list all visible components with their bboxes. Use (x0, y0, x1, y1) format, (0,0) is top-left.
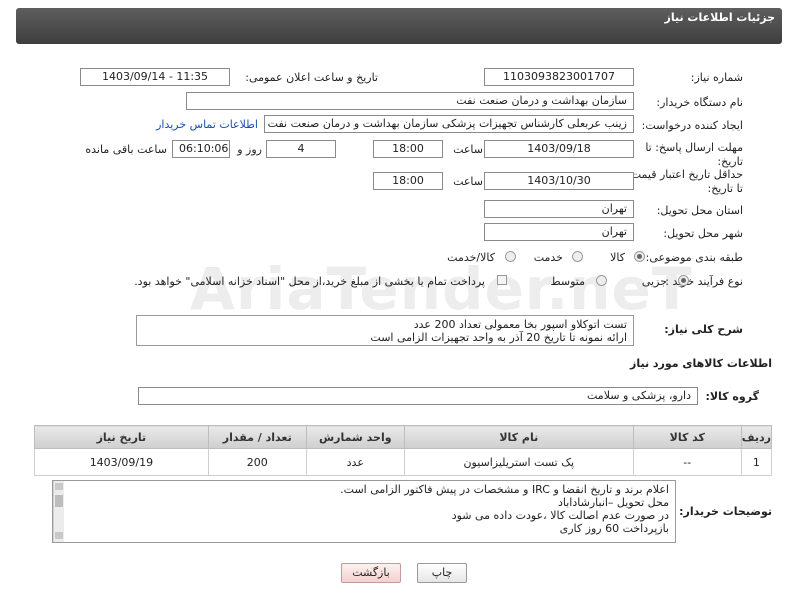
buyer-note-line-1: اعلام برند و تاریخ انقضا و IRC و مشخصات … (340, 483, 669, 496)
treasury-checkbox[interactable] (497, 275, 507, 285)
need-number-value: 1103093823001707 (484, 68, 634, 86)
cell-name: پک تست استریلیزاسیون (403, 448, 634, 476)
goods-table: ردیف کد کالا نام کالا واحد شمارش تعداد /… (34, 425, 773, 476)
col-row: ردیف (740, 425, 773, 449)
city-label: شهر محل تحویل: (663, 227, 743, 240)
process-option-medium: متوسط (550, 275, 585, 288)
city-value: تهران (484, 223, 634, 241)
cell-date: 1403/09/19 (34, 448, 209, 476)
send-deadline-date: 1403/09/18 (484, 140, 634, 158)
buyer-note-line-2: محل تحویل –انبارشاداباد (558, 496, 669, 509)
scroll-thumb[interactable] (55, 495, 63, 507)
province-label: استان محل تحویل: (656, 204, 743, 217)
price-validity-time: 18:00 (373, 172, 443, 190)
summary-label: شرح کلی نیاز: (664, 323, 743, 336)
category-radio-service[interactable] (572, 251, 583, 262)
remaining-time: 06:10:06 (172, 140, 230, 158)
buyer-note-line-4: بازپرداخت 60 روز کاری (559, 522, 669, 535)
table-row: 1 -- پک تست استریلیزاسیون عدد 200 1403/0… (34, 448, 773, 476)
buyer-org-label: نام دستگاه خریدار: (656, 96, 743, 109)
col-name: نام کالا (403, 425, 634, 449)
buyer-contact-link[interactable]: اطلاعات تماس خریدار (156, 118, 258, 131)
summary-line-1: تست اتوکلاو اسپور بخا معمولی تعداد 200 ع… (413, 318, 627, 331)
print-button[interactable]: چاپ (417, 563, 467, 583)
category-option-goods-service: کالا/خدمت (447, 251, 495, 264)
buyer-notes-scrollbar[interactable] (53, 481, 64, 542)
cell-code: -- (632, 448, 742, 476)
remaining-days: 4 (266, 140, 336, 158)
remaining-days-label: روز و (237, 143, 262, 156)
scroll-down-arrow-icon[interactable] (55, 532, 63, 539)
price-validity-time-label: ساعت (453, 175, 483, 188)
send-deadline-time: 18:00 (373, 140, 443, 158)
process-label: نوع فرآیند خرید : (665, 275, 743, 288)
treasury-note: پرداخت تمام یا بخشی از مبلغ خرید،از محل … (134, 275, 485, 288)
need-number-label: شماره نیاز: (690, 71, 743, 84)
remaining-time-label: ساعت باقی مانده (85, 143, 167, 156)
category-label: طبقه بندی موضوعی: (645, 251, 743, 264)
col-unit: واحد شمارش (305, 425, 405, 449)
send-deadline-label: مهلت ارسال پاسخ: تا تاریخ: (645, 141, 743, 168)
send-deadline-time-label: ساعت (453, 143, 483, 156)
col-date: تاریخ نیاز (34, 425, 209, 449)
goods-table-header: ردیف کد کالا نام کالا واحد شمارش تعداد /… (34, 425, 773, 449)
goods-group-value: دارو، پزشکی و سلامت (138, 387, 698, 405)
cell-qty: 200 (207, 448, 307, 476)
back-button[interactable]: بازگشت (341, 563, 401, 583)
watermark-text: AriaTender.neT (190, 255, 693, 323)
col-qty: تعداد / مقدار (207, 425, 307, 449)
creator-value: زینب عربعلی کارشناس تجهیزات پزشکی سازمان… (264, 115, 634, 133)
process-option-minor: جزیی (641, 275, 667, 288)
buyer-note-line-3: در صورت عدم اصالت کالا ،عودت داده می شود (451, 509, 669, 522)
scroll-up-arrow-icon[interactable] (55, 483, 63, 490)
buyer-notes-label: توضیحات خریدار: (679, 505, 772, 518)
cell-row: 1 (740, 448, 773, 476)
category-option-service: خدمت (533, 251, 563, 264)
summary-line-2: ارائه نمونه تا تاریخ 20 آذر به واحد تجهی… (370, 331, 627, 344)
price-validity-label: حداقل تاریخ اعتبار قیمت: تا تاریخ: (627, 168, 743, 195)
process-radio-minor[interactable] (678, 275, 689, 286)
process-radio-medium[interactable] (596, 275, 607, 286)
category-radio-goods[interactable] (634, 251, 645, 262)
creator-label: ایجاد کننده درخواست: (641, 119, 743, 132)
goods-section-title: اطلاعات کالاهای مورد نیاز (630, 357, 772, 370)
category-radio-goods-service[interactable] (505, 251, 516, 262)
buyer-notes-textarea[interactable]: اعلام برند و تاریخ انقضا و IRC و مشخصات … (52, 480, 676, 543)
col-code: کد کالا (632, 425, 742, 449)
province-value: تهران (484, 200, 634, 218)
price-validity-date: 1403/10/30 (484, 172, 634, 190)
goods-group-label: گروه کالا: (705, 390, 759, 403)
announce-value: 1403/09/14 - 11:35 (80, 68, 230, 86)
page-title: جزئیات اطلاعات نیاز (664, 11, 776, 24)
buyer-org-value: سازمان بهداشت و درمان صنعت نفت (186, 92, 634, 110)
category-option-goods: کالا (610, 251, 625, 264)
announce-label: تاریخ و ساعت اعلان عمومی: (245, 71, 378, 84)
summary-textarea[interactable]: تست اتوکلاو اسپور بخا معمولی تعداد 200 ع… (136, 315, 634, 346)
cell-unit: عدد (305, 448, 405, 476)
